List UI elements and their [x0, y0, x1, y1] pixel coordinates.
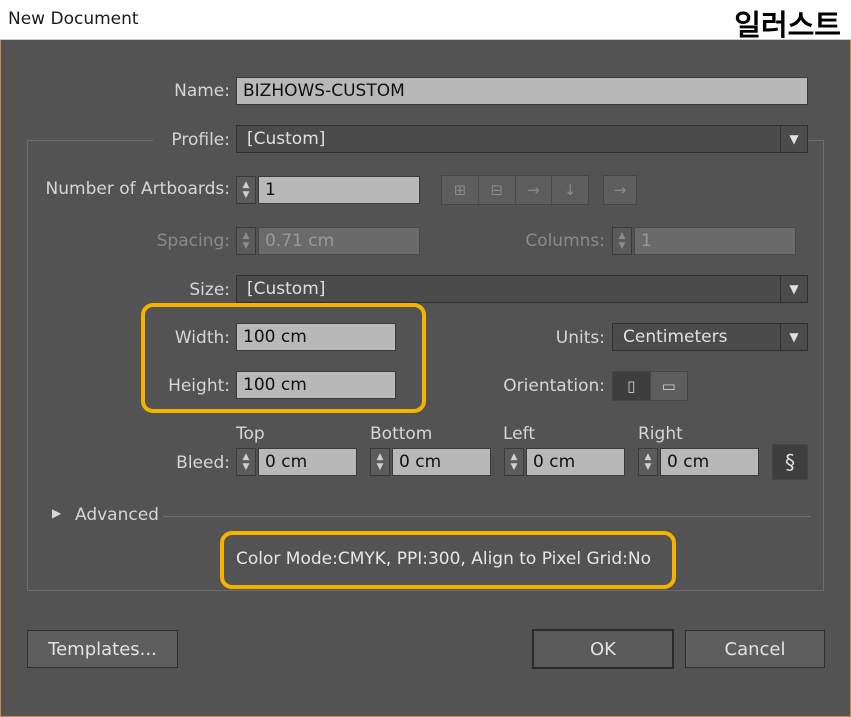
stepper-up-icon[interactable]: ▲ [511, 452, 518, 462]
advanced-divider [163, 516, 811, 517]
artboards-label: Number of Artboards: [45, 179, 230, 199]
group-frame-top-left [27, 140, 153, 141]
title-bar: New Document 일러스트 [0, 0, 851, 42]
portrait-icon[interactable]: ▯ [613, 372, 651, 400]
height-label: Height: [168, 376, 230, 396]
stepper-up-icon[interactable]: ▲ [377, 452, 384, 462]
profile-value: [Custom] [247, 129, 326, 149]
arrange-by-row-icon[interactable]: → [516, 176, 553, 204]
bleed-label: Bleed: [176, 453, 230, 473]
bleed-left-stepper[interactable]: ▲ ▼ [504, 448, 524, 476]
size-value: [Custom] [247, 279, 326, 299]
size-dropdown[interactable]: [Custom] ▼ [236, 275, 808, 303]
name-input[interactable]: BIZHOWS-CUSTOM [236, 77, 808, 105]
columns-input: 1 [634, 227, 796, 255]
artboard-layout-group[interactable]: ⊞ ⊟ → ↓ [441, 175, 589, 205]
stepper-down-icon[interactable]: ▼ [377, 462, 384, 472]
chevron-down-icon[interactable]: ▼ [780, 324, 807, 350]
arrow-right-icon[interactable]: → [604, 176, 636, 204]
group-frame-top-right [808, 140, 824, 141]
right-to-left-toggle[interactable]: → [603, 175, 637, 205]
stepper-down-icon: ▼ [242, 241, 250, 251]
bleed-bottom-input[interactable]: 0 cm [392, 448, 491, 476]
artboards-input[interactable]: 1 [258, 176, 420, 204]
bleed-right-stepper[interactable]: ▲ ▼ [638, 448, 658, 476]
stepper-up-icon: ▲ [242, 231, 250, 241]
bleed-right-label: Right [638, 424, 683, 444]
group-frame-left [27, 140, 28, 590]
stepper-up-icon[interactable]: ▲ [243, 180, 250, 190]
bleed-link-button[interactable]: § [772, 444, 808, 480]
spacing-stepper: ▲ ▼ [236, 227, 256, 255]
width-input[interactable]: 100 cm [236, 323, 396, 351]
width-label: Width: [174, 328, 230, 348]
stepper-up-icon[interactable]: ▲ [645, 452, 652, 462]
bleed-bottom-label: Bottom [370, 424, 433, 444]
orientation-label: Orientation: [503, 376, 605, 396]
chevron-down-icon[interactable]: ▼ [780, 276, 807, 302]
height-input[interactable]: 100 cm [236, 371, 396, 399]
arrange-by-column-icon[interactable]: ↓ [552, 176, 588, 204]
profile-dropdown[interactable]: [Custom] ▼ [236, 125, 808, 153]
stepper-up-icon[interactable]: ▲ [243, 452, 250, 462]
window-title: New Document [8, 9, 139, 29]
chevron-down-icon[interactable]: ▼ [780, 126, 807, 152]
stepper-down-icon[interactable]: ▼ [645, 462, 652, 472]
grid-by-column-icon[interactable]: ⊟ [479, 176, 516, 204]
bleed-left-label: Left [503, 424, 535, 444]
cancel-button[interactable]: Cancel [685, 630, 825, 668]
columns-stepper: ▲ ▼ [612, 227, 632, 255]
brand-label: 일러스트 [734, 8, 841, 42]
artboards-stepper[interactable]: ▲ ▼ [236, 176, 256, 204]
bleed-bottom-stepper[interactable]: ▲ ▼ [370, 448, 390, 476]
grid-by-row-icon[interactable]: ⊞ [442, 176, 479, 204]
bleed-left-input[interactable]: 0 cm [526, 448, 625, 476]
bleed-right-input[interactable]: 0 cm [660, 448, 759, 476]
stepper-down-icon[interactable]: ▼ [243, 190, 250, 200]
disclosure-triangle-icon[interactable]: ▶ [52, 506, 61, 520]
document-summary: Color Mode:CMYK, PPI:300, Align to Pixel… [236, 549, 651, 569]
name-label: Name: [174, 81, 230, 101]
columns-label: Columns: [525, 231, 605, 251]
templates-button[interactable]: Templates... [27, 630, 178, 668]
units-dropdown[interactable]: Centimeters ▼ [612, 323, 808, 351]
stepper-down-icon[interactable]: ▼ [511, 462, 518, 472]
profile-label: Profile: [171, 130, 230, 150]
bleed-top-stepper[interactable]: ▲ ▼ [236, 448, 256, 476]
group-frame-right [823, 140, 824, 590]
units-label: Units: [555, 328, 605, 348]
stepper-down-icon: ▼ [618, 241, 626, 251]
size-label: Size: [189, 280, 230, 300]
spacing-input: 0.71 cm [258, 227, 420, 255]
orientation-toggle[interactable]: ▯ ▭ [612, 371, 688, 401]
bleed-top-label: Top [236, 424, 265, 444]
stepper-down-icon[interactable]: ▼ [243, 462, 250, 472]
spacing-label: Spacing: [156, 231, 230, 251]
units-value: Centimeters [623, 327, 728, 347]
ok-button[interactable]: OK [532, 629, 674, 669]
chain-link-icon[interactable]: § [773, 445, 807, 479]
bleed-top-input[interactable]: 0 cm [258, 448, 357, 476]
advanced-toggle[interactable]: Advanced [75, 505, 159, 525]
landscape-icon[interactable]: ▭ [651, 372, 688, 400]
group-frame-bottom [27, 590, 824, 591]
stepper-up-icon: ▲ [618, 231, 626, 241]
